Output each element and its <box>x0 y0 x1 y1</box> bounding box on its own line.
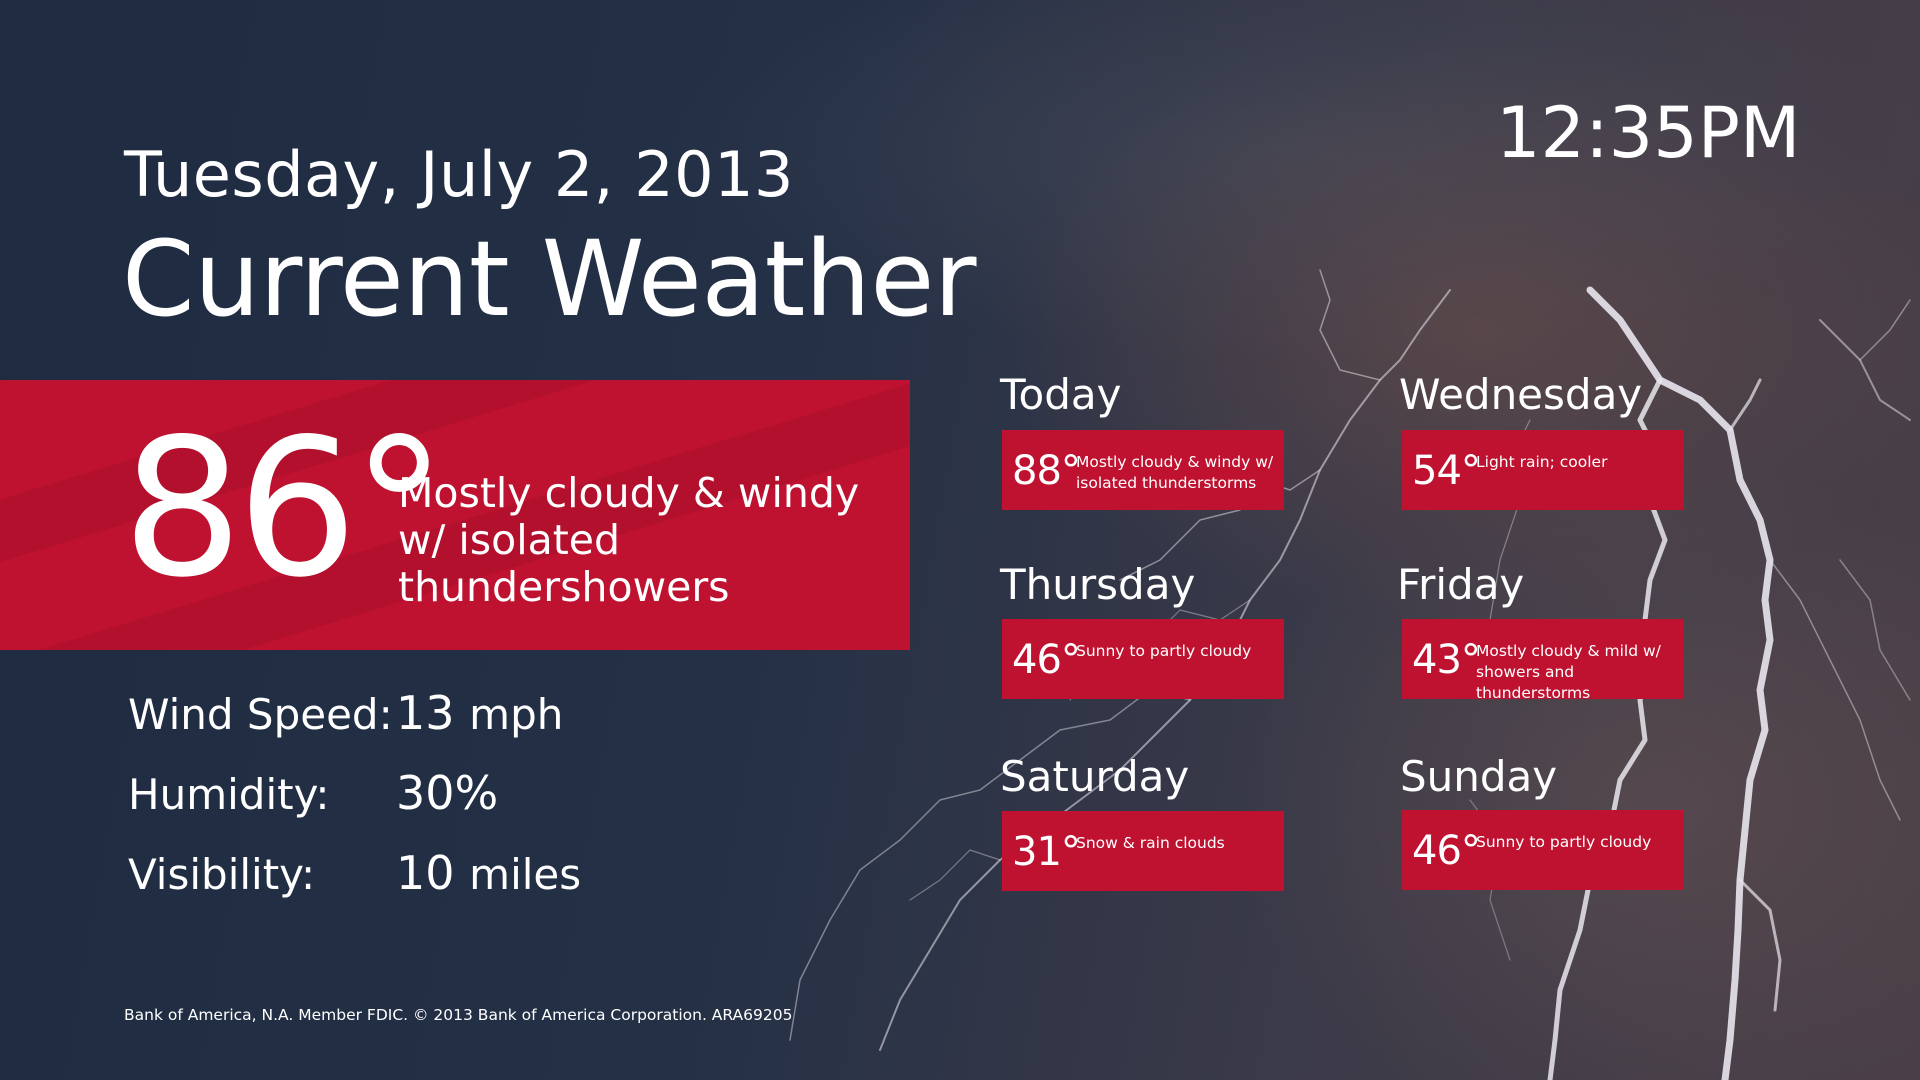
forecast-day-name: Saturday <box>1000 752 1190 801</box>
current-temperature: 86° <box>122 398 447 619</box>
legal-footer: Bank of America, N.A. Member FDIC. © 201… <box>124 1006 793 1024</box>
forecast-day-box: 46° Sunny to partly cloudy <box>1402 810 1684 890</box>
date-heading: Tuesday, July 2, 2013 <box>124 138 795 211</box>
humidity-value: 30% <box>396 766 499 820</box>
forecast-temperature: 54° <box>1412 448 1481 494</box>
current-conditions-text: Mostly cloudy & windy w/ isolated thunde… <box>398 469 860 611</box>
visibility-number: 10 <box>396 846 455 900</box>
wind-speed-value: 13 mph <box>396 686 563 740</box>
visibility-unit: miles <box>469 850 582 899</box>
visibility-label: Visibility: <box>128 850 316 899</box>
forecast-temperature: 31° <box>1012 829 1081 875</box>
forecast-day-name: Sunday <box>1400 752 1558 801</box>
forecast-day-box: 43° Mostly cloudy & mild w/ showers and … <box>1402 619 1684 702</box>
forecast-description: Mostly cloudy & mild w/ showers and thun… <box>1476 642 1661 702</box>
forecast-day-box: 46° Sunny to partly cloudy <box>1002 619 1284 699</box>
forecast-day-name: Today <box>1000 370 1122 419</box>
forecast-temperature: 88° <box>1012 448 1081 494</box>
weather-screen: Tuesday, July 2, 2013 Current Weather 12… <box>0 0 1920 1080</box>
forecast-temperature: 43° <box>1412 637 1481 683</box>
forecast-description: Mostly cloudy & windy w/ isolated thunde… <box>1076 453 1274 492</box>
forecast-day-name: Wednesday <box>1399 370 1643 419</box>
forecast-description: Sunny to partly cloudy <box>1476 833 1652 851</box>
forecast-day-box: 54° Light rain; cooler <box>1402 430 1684 510</box>
forecast-day-name: Thursday <box>1000 560 1196 609</box>
forecast-description: Snow & rain clouds <box>1076 834 1225 852</box>
forecast-description: Sunny to partly cloudy <box>1076 642 1252 660</box>
forecast-day-box: 31° Snow & rain clouds <box>1002 811 1284 891</box>
forecast-day-name: Friday <box>1397 560 1525 609</box>
visibility-value: 10 miles <box>396 846 581 900</box>
forecast-temperature: 46° <box>1012 637 1081 683</box>
humidity-label: Humidity: <box>128 770 330 819</box>
wind-speed-unit: mph <box>469 690 564 739</box>
page-title: Current Weather <box>122 218 977 340</box>
forecast-temperature: 46° <box>1412 828 1481 874</box>
wind-speed-label: Wind Speed: <box>128 690 393 739</box>
forecast-description: Light rain; cooler <box>1476 453 1608 471</box>
wind-speed-number: 13 <box>396 686 455 740</box>
clock-time: 12:35PM <box>1496 92 1801 174</box>
forecast-day-box: 88° Mostly cloudy & windy w/ isolated th… <box>1002 430 1284 510</box>
